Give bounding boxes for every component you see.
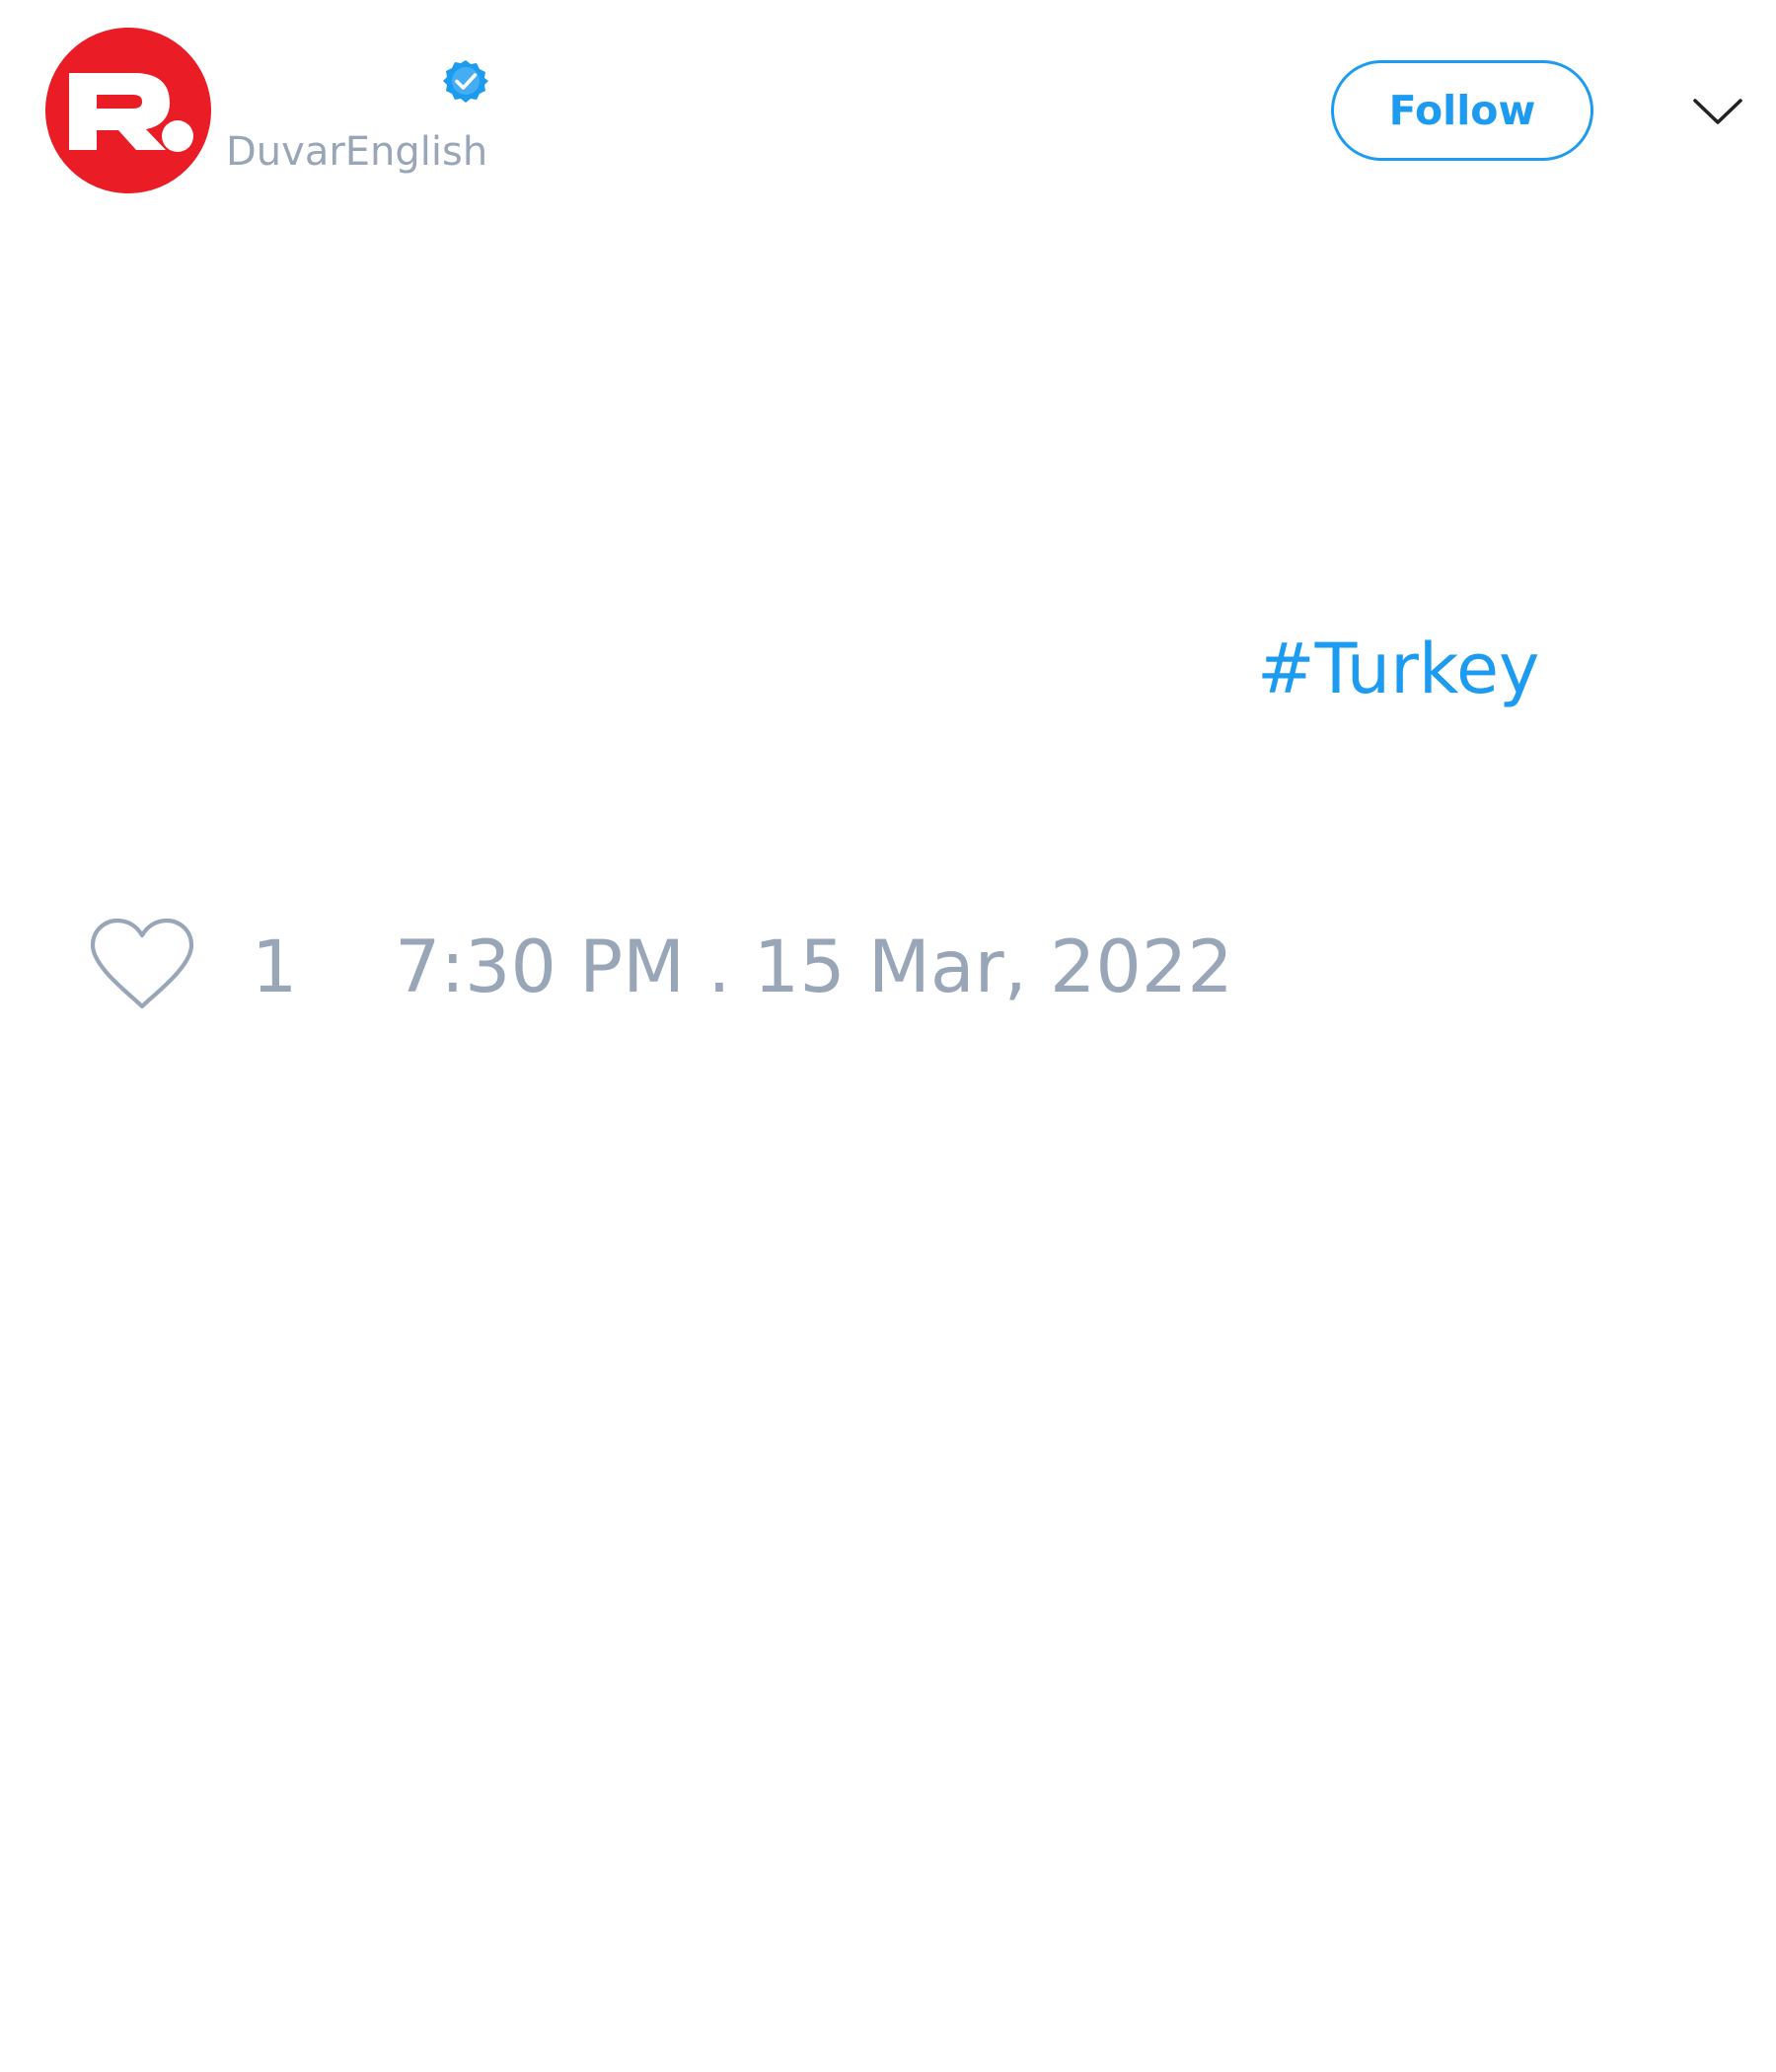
author-avatar[interactable] [45, 28, 211, 193]
heart-outline-icon [90, 918, 194, 1009]
tweet-timestamp[interactable]: 7:30 PM . 15 Mar, 2022 [395, 926, 1233, 1009]
red-circle-r-logo [45, 28, 211, 193]
verified-badge-icon [443, 58, 488, 104]
author-handle[interactable]: DuvarEnglish [226, 126, 487, 178]
chevron-down-icon[interactable] [1689, 87, 1746, 134]
follow-button[interactable]: Follow [1331, 60, 1593, 161]
tweet-hashtag-link[interactable]: #Turkey [1257, 627, 1539, 711]
like-count: 1 [252, 925, 298, 1009]
like-button[interactable] [89, 918, 195, 1012]
